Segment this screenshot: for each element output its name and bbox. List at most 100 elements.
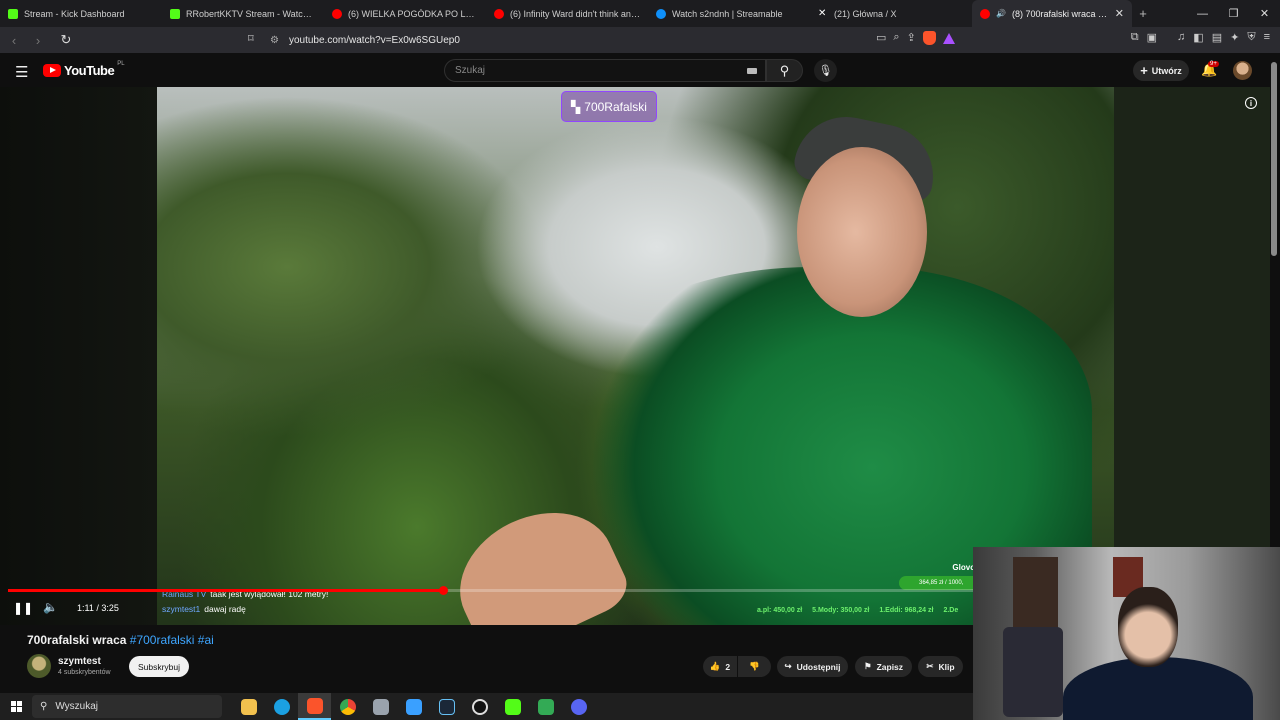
cast-icon[interactable]: ▭ [876,31,886,45]
vpn-icon[interactable]: ⛨ [1247,31,1255,44]
clip-label: Klip [938,661,955,672]
x-icon: ✕ [818,7,827,19]
discord-icon[interactable] [562,693,595,720]
taskbar-search[interactable]: ⚲ Wyszukaj [32,695,222,718]
chat-user: szymtest1 [162,604,201,614]
browser-tab-bar: Stream - Kick Dashboard RRobertKKTV Stre… [0,0,1280,27]
youtube-logo[interactable]: YouTube PL [43,61,125,78]
create-button[interactable]: + Utwórz [1133,60,1189,81]
bookmark-save-icon: ⚑ [863,661,872,671]
overlay-channel-name: 700Rafalski [584,99,647,114]
tab-label: RRobertKKTV Stream - Watch Live o [186,8,316,19]
start-button[interactable] [0,701,32,712]
search-placeholder: Szukaj [455,65,486,76]
share-label: Udostępnij [796,661,841,672]
donation-item: 1.Eddi: 968,24 zł [879,607,934,614]
store-icon[interactable] [397,693,430,720]
hamburger-menu-icon[interactable]: ☰ [15,63,28,81]
search-icon: ⚲ [40,701,48,712]
webcam-streamer-sweater [1063,657,1253,720]
new-tab-button[interactable]: + [1132,6,1154,21]
chat-message: szymtest1 dawaj radę [162,602,328,617]
save-button[interactable]: ⚑ Zapisz [855,656,912,677]
minimize-icon[interactable]: — [1187,0,1218,27]
brave-icon[interactable] [298,693,331,720]
video-player[interactable]: ▚ 700Rafalski Glovo Wa 364,85 zł / 1000,… [0,87,1270,625]
search-input[interactable]: Szukaj [444,59,766,82]
microphone-icon: 🎙 [818,65,833,77]
donation-item: 2.De [943,607,959,614]
tab-kick-stream[interactable]: RRobertKKTV Stream - Watch Live o [162,0,324,27]
video-frame[interactable]: ▚ 700Rafalski Glovo Wa 364,85 zł / 1000,… [157,87,1114,625]
subscribe-button[interactable]: Subskrybuj [129,656,189,677]
tab-streamable[interactable]: Watch s2ndnh | Streamable [648,0,810,27]
twitch-channel-overlay: ▚ 700Rafalski [561,91,657,122]
address-bar-row: ‹ › ↻ ⌑ ⚙ youtube.com/watch?v=Ex0w6SGUep… [0,27,1280,53]
share-icon[interactable]: ⇪ [907,31,916,45]
brave-rewards-icon[interactable] [942,33,955,44]
info-icon[interactable]: i [1245,97,1257,109]
sidebar-icon[interactable]: ◧ [1193,31,1203,44]
wallet-icon[interactable]: ▤ [1212,31,1222,44]
kick-app-icon[interactable] [496,693,529,720]
channel-name[interactable]: szymtest [58,656,101,667]
keyboard-icon[interactable] [747,68,757,74]
chrome-icon[interactable] [331,693,364,720]
tab-kick-dashboard[interactable]: Stream - Kick Dashboard [0,0,162,27]
volume-icon[interactable]: 🔈 [43,600,58,614]
video-title-text: 700rafalski wraca [27,633,127,647]
address-actions: ▭ ⌕ ⇪ [876,31,955,45]
tab-x[interactable]: ✕ (21) Główna / X [810,0,972,27]
kick-icon [170,8,180,19]
youtube-play-icon [43,64,61,77]
youtube-icon [980,8,990,19]
scissors-icon: ✂ [926,661,934,671]
twitch-icon: ▚ [571,99,581,114]
close-window-icon[interactable]: ✕ [1249,0,1280,27]
screenshot-icon[interactable]: ▣ [1147,31,1157,44]
app-icon[interactable] [364,693,397,720]
create-label: Utwórz [1151,65,1182,76]
tab-youtube-pogodka[interactable]: (6) WIELKA POGÓDKA PO LATACH (F [324,0,486,27]
menu-icon[interactable]: ≡ [1264,31,1270,44]
url-field[interactable]: ⚙ youtube.com/watch?v=Ex0w6SGUep0 [270,31,460,49]
webcam-chair [1003,627,1063,717]
file-explorer-icon[interactable] [232,693,265,720]
tab-youtube-active[interactable]: 🔊 (8) 700rafalski wraca #700rafal ✕ [972,0,1132,27]
account-avatar[interactable] [1233,61,1252,80]
webcam-overlay [973,547,1280,720]
extensions-icon[interactable]: ⧉ [1131,31,1139,44]
voice-search-button[interactable]: 🎙 [814,59,837,82]
back-icon[interactable]: ‹ [4,33,24,48]
tab-label: (21) Główna / X [834,8,897,19]
video-hashtags[interactable]: #700rafalski #ai [130,633,214,647]
channel-avatar[interactable] [27,654,51,678]
search-button[interactable]: ⚲ [766,59,803,82]
reload-icon[interactable]: ↻ [56,32,76,48]
like-button[interactable]: 👍 2 [703,656,737,677]
brave-shield-icon[interactable] [922,31,936,45]
edge-icon[interactable] [265,693,298,720]
zoom-icon[interactable]: ⌕ [893,31,899,45]
extension-icons: ⧉ ▣ ♫ ◧ ▤ ✦ ⛨ ≡ [1131,31,1270,44]
tab-label: (6) WIELKA POGÓDKA PO LATACH (F [348,8,478,19]
chat-text: dawaj radę [204,604,246,614]
page-scrollbar[interactable] [1271,62,1277,256]
tab-youtube-infinity-ward[interactable]: (6) Infinity Ward didn't think anyone [486,0,648,27]
clip-button[interactable]: ✂ Klip [918,656,963,677]
donation-item: 5.Mody: 350,00 zł [812,607,870,614]
forward-icon[interactable]: › [28,33,48,48]
dislike-button[interactable]: 👎 [738,656,771,677]
obs-icon[interactable] [463,693,496,720]
site-info-icon[interactable]: ⚙ [270,35,279,46]
leo-ai-icon[interactable]: ✦ [1230,31,1239,44]
bookmark-icon[interactable]: ⌑ [248,32,254,45]
share-button[interactable]: ↪ Udostępnij [777,656,848,677]
gaming-app-icon[interactable] [529,693,562,720]
pause-icon[interactable]: ❚❚ [13,601,33,615]
media-icon[interactable]: ♫ [1177,31,1185,44]
close-tab-icon[interactable]: ✕ [1115,7,1124,20]
steam-icon[interactable] [430,693,463,720]
webcam-streamer-face [1118,587,1178,667]
restore-icon[interactable]: ❐ [1218,0,1249,27]
